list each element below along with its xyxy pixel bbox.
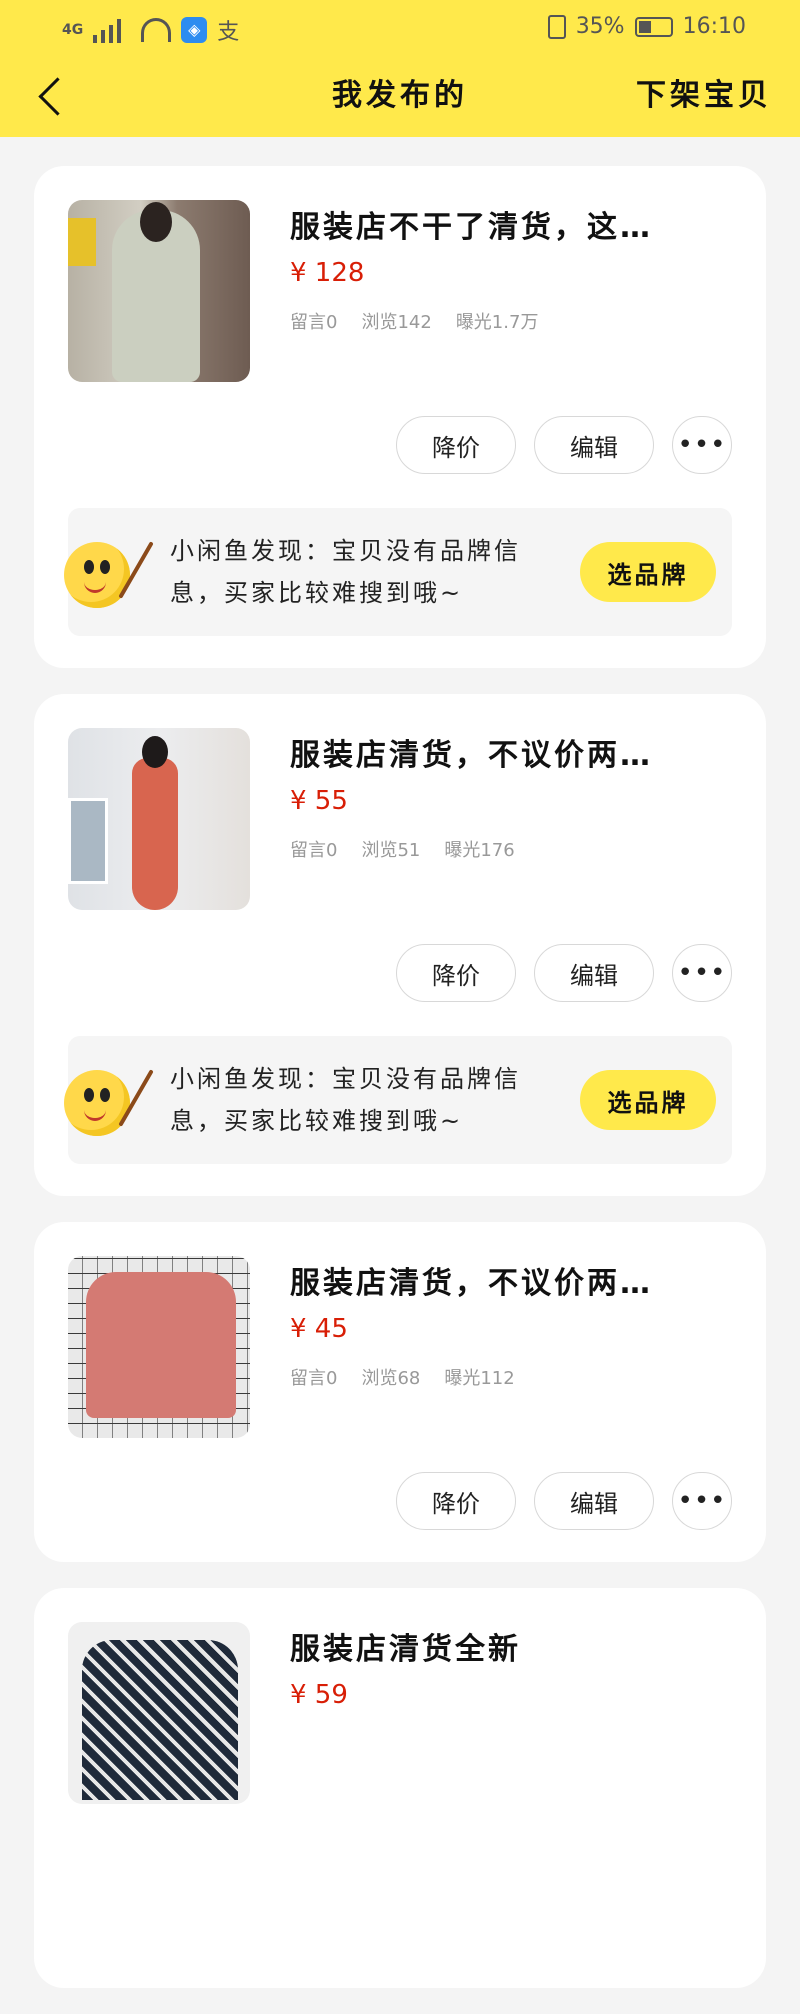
more-options-button[interactable]: ••• bbox=[672, 944, 732, 1002]
listing-stats: 留言0 浏览142 曝光1.7万 bbox=[290, 308, 732, 334]
views-count: 浏览68 bbox=[361, 1368, 421, 1389]
exposure-count: 曝光176 bbox=[444, 840, 515, 861]
views-count: 浏览51 bbox=[361, 840, 421, 861]
more-options-button[interactable]: ••• bbox=[672, 416, 732, 474]
tip-text: 小闲鱼发现：宝贝没有品牌信息，买家比较难搜到哦~ bbox=[170, 537, 521, 607]
alipay-icon: 支 bbox=[217, 20, 240, 45]
listing-stats: 留言0 浏览68 曝光112 bbox=[290, 1364, 732, 1390]
reduce-price-button[interactable]: 降价 bbox=[396, 1472, 516, 1530]
brand-tip: 小闲鱼发现：宝贝没有品牌信息，买家比较难搜到哦~ 选品牌 bbox=[64, 1036, 732, 1164]
reduce-price-button[interactable]: 降价 bbox=[396, 944, 516, 1002]
listing-thumbnail[interactable] bbox=[68, 1622, 250, 1804]
listing-card[interactable]: 服装店清货，不议价两… ¥ 45 留言0 浏览68 曝光112 降价 编辑 ••… bbox=[34, 1222, 766, 1562]
listing-price: ¥ 128 bbox=[290, 258, 365, 288]
listing-card[interactable]: 服装店不干了清货，这… ¥ 128 留言0 浏览142 曝光1.7万 降价 编辑… bbox=[34, 166, 766, 668]
battery-percent: 35% bbox=[575, 14, 625, 39]
listing-title[interactable]: 服装店清货全新 bbox=[290, 1624, 670, 1668]
listing-card[interactable]: 服装店清货全新 ¥ 59 bbox=[34, 1588, 766, 1988]
listing-title[interactable]: 服装店清货，不议价两… bbox=[290, 730, 670, 774]
edit-button[interactable]: 编辑 bbox=[534, 416, 654, 474]
top-bar: 4G ◈ 支 35% 16:10 我发布的 下架宝贝 bbox=[0, 0, 800, 137]
comments-count: 留言0 bbox=[290, 1368, 338, 1389]
status-bar: 4G ◈ 支 35% 16:10 bbox=[0, 0, 800, 58]
comments-count: 留言0 bbox=[290, 312, 338, 333]
more-options-button[interactable]: ••• bbox=[672, 1472, 732, 1530]
exposure-count: 曝光112 bbox=[444, 1368, 515, 1389]
listing-title[interactable]: 服装店清货，不议价两… bbox=[290, 1258, 670, 1302]
notification-icon: ◈ bbox=[181, 17, 208, 43]
reduce-price-button[interactable]: 降价 bbox=[396, 416, 516, 474]
edit-button[interactable]: 编辑 bbox=[534, 944, 654, 1002]
listing-actions: 降价 编辑 ••• bbox=[68, 944, 732, 1002]
clock: 16:10 bbox=[682, 14, 746, 39]
listing-price: ¥ 55 bbox=[290, 786, 348, 816]
listing-price: ¥ 45 bbox=[290, 1314, 348, 1344]
battery-icon bbox=[634, 16, 673, 37]
delist-items-button[interactable]: 下架宝贝 bbox=[636, 70, 772, 114]
listing-thumbnail[interactable] bbox=[68, 728, 250, 910]
status-left: 4G ◈ 支 bbox=[62, 14, 239, 46]
views-count: 浏览142 bbox=[361, 312, 432, 333]
vibrate-icon bbox=[547, 14, 566, 39]
listing-stats: 留言0 浏览51 曝光176 bbox=[290, 836, 732, 862]
listing-actions: 降价 编辑 ••• bbox=[68, 1472, 732, 1530]
listing-list: 服装店不干了清货，这… ¥ 128 留言0 浏览142 曝光1.7万 降价 编辑… bbox=[34, 166, 766, 2014]
edit-button[interactable]: 编辑 bbox=[534, 1472, 654, 1530]
exposure-count: 曝光1.7万 bbox=[455, 312, 539, 333]
status-right: 35% 16:10 bbox=[547, 14, 746, 39]
tip-text: 小闲鱼发现：宝贝没有品牌信息，买家比较难搜到哦~ bbox=[170, 1065, 521, 1135]
listing-title[interactable]: 服装店不干了清货，这… bbox=[290, 202, 670, 246]
signal-icon bbox=[93, 17, 131, 43]
network-label: 4G bbox=[62, 22, 84, 38]
wifi-icon bbox=[141, 18, 172, 42]
brand-tip: 小闲鱼发现：宝贝没有品牌信息，买家比较难搜到哦~ 选品牌 bbox=[64, 508, 732, 636]
listing-price: ¥ 59 bbox=[290, 1680, 348, 1710]
choose-brand-button[interactable]: 选品牌 bbox=[580, 542, 716, 602]
listing-thumbnail[interactable] bbox=[68, 1256, 250, 1438]
listing-thumbnail[interactable] bbox=[68, 200, 250, 382]
listing-card[interactable]: 服装店清货，不议价两… ¥ 55 留言0 浏览51 曝光176 降价 编辑 ••… bbox=[34, 694, 766, 1196]
comments-count: 留言0 bbox=[290, 840, 338, 861]
nav-bar: 我发布的 下架宝贝 bbox=[0, 58, 800, 137]
choose-brand-button[interactable]: 选品牌 bbox=[580, 1070, 716, 1130]
listing-actions: 降价 编辑 ••• bbox=[68, 416, 732, 474]
